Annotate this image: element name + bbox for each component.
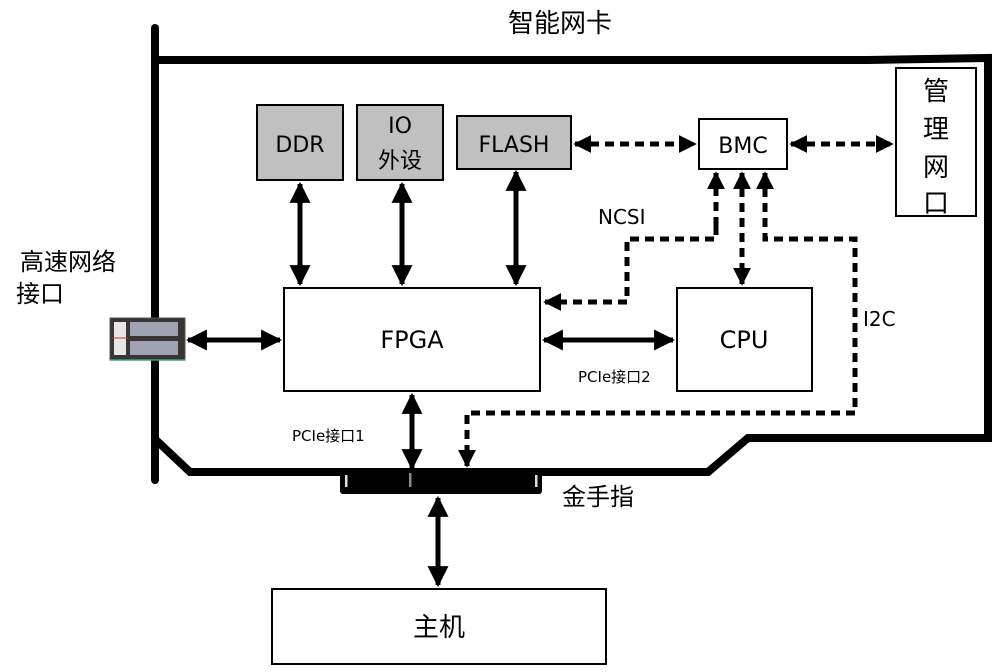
svg-text:主机: 主机 [413, 613, 465, 643]
bmc-block: BMC [698, 118, 788, 170]
network-port-icon [109, 317, 186, 361]
svg-text:FPGA: FPGA [380, 326, 444, 354]
pcie2-label: PCIe接口2 [578, 368, 651, 386]
ncsi-label: NCSI [598, 205, 646, 229]
diagram-title: 智能网卡 [508, 9, 612, 39]
svg-text:外设: 外设 [378, 149, 422, 174]
high-speed-network-label-line2: 接口 [16, 280, 64, 308]
host-block: 主机 [271, 588, 607, 665]
svg-text:BMC: BMC [718, 134, 767, 159]
management-port-block: 管 理 网 口 [895, 67, 977, 219]
svg-text:CPU: CPU [720, 326, 769, 354]
gold-finger-connector [340, 472, 542, 494]
ddr-block: DDR [256, 104, 344, 181]
pcie1-label: PCIe接口1 [292, 427, 365, 445]
svg-text:口: 口 [923, 189, 949, 219]
svg-text:FLASH: FLASH [479, 133, 550, 158]
io-peripheral-block: IO 外设 [356, 104, 444, 181]
high-speed-network-label-line1: 高速网络 [20, 248, 116, 276]
smart-nic-diagram: 智能网卡 高速网络 接口 DDR IO 外设 FLASH BMC 管 理 网 口… [16, 9, 992, 665]
fpga-block: FPGA [283, 287, 541, 392]
svg-text:管: 管 [923, 77, 949, 107]
gold-finger-label: 金手指 [562, 483, 634, 511]
i2c-label: I2C [863, 307, 896, 331]
svg-text:DDR: DDR [275, 133, 324, 158]
cpu-block: CPU [676, 287, 813, 392]
flash-block: FLASH [456, 115, 572, 170]
svg-text:理: 理 [923, 115, 949, 145]
svg-text:IO: IO [388, 114, 412, 139]
svg-text:网: 网 [923, 153, 949, 183]
